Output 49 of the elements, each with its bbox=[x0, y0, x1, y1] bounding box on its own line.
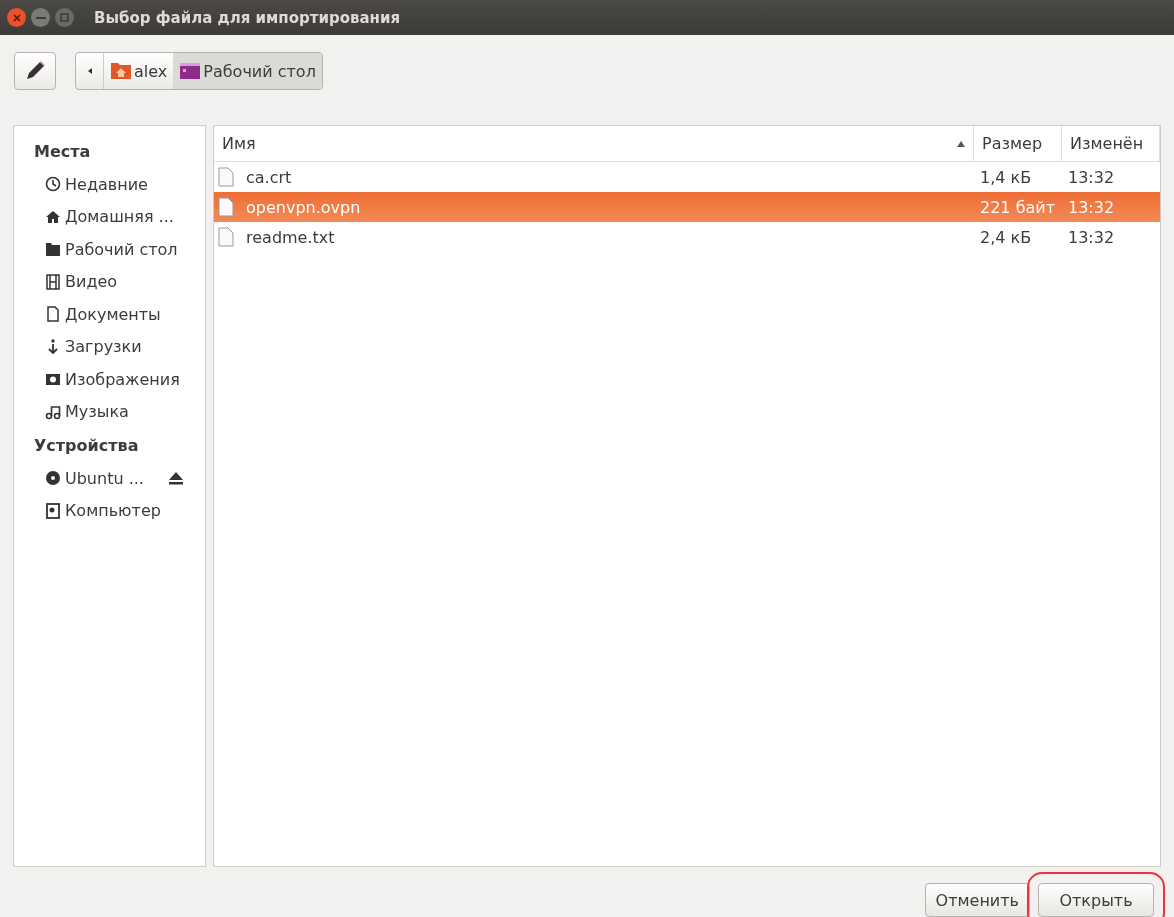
file-name: openvpn.ovpn bbox=[245, 197, 361, 217]
sidebar-item[interactable]: Видео bbox=[34, 265, 205, 298]
file-modified: 13:32 bbox=[1067, 167, 1116, 187]
sidebar-item[interactable]: Загрузки bbox=[34, 330, 205, 363]
file-size: 1,4 кБ bbox=[979, 167, 1033, 187]
file-icon bbox=[218, 197, 234, 217]
close-icon bbox=[12, 13, 21, 22]
maximize-icon bbox=[60, 13, 69, 22]
sidebar-item[interactable]: Рабочий стол bbox=[34, 233, 205, 266]
sidebar-item[interactable]: Недавние bbox=[34, 168, 205, 201]
dialog-button[interactable]: Отменить bbox=[924, 883, 1030, 917]
sidebar-item[interactable]: Компьютер bbox=[34, 494, 205, 527]
film-icon bbox=[45, 273, 61, 290]
edit-location-button[interactable] bbox=[14, 52, 56, 90]
music-notes-icon bbox=[45, 403, 61, 420]
file-size: 221 байт bbox=[979, 197, 1056, 217]
sidebar-item[interactable]: Домашняя ... bbox=[34, 200, 205, 233]
file-name: ca.crt bbox=[245, 167, 292, 187]
download-icon bbox=[45, 338, 61, 355]
file-size: 2,4 кБ bbox=[979, 227, 1033, 247]
clock-icon bbox=[45, 176, 61, 193]
sidebar-heading: Места bbox=[34, 140, 92, 163]
file-icon bbox=[218, 227, 234, 247]
file-name: readme.txt bbox=[245, 227, 335, 247]
camera-icon bbox=[45, 371, 61, 388]
file-icon bbox=[218, 167, 234, 187]
sort-ascending-icon bbox=[957, 140, 965, 147]
sidebar-heading: Устройства bbox=[34, 434, 140, 457]
path-button[interactable]: alex bbox=[104, 53, 174, 89]
sidebar-item[interactable]: Музыка bbox=[34, 395, 205, 428]
path-button[interactable]: Рабочий стол bbox=[173, 53, 322, 89]
file-modified: 13:32 bbox=[1067, 197, 1116, 217]
file-modified: 13:32 bbox=[1067, 227, 1116, 247]
folder-icon bbox=[45, 241, 61, 258]
document-icon bbox=[45, 306, 61, 323]
window-title: Выбор файла для импортирования bbox=[94, 8, 401, 27]
sidebar-item[interactable]: Изображения bbox=[34, 363, 205, 396]
home-folder-icon bbox=[110, 62, 132, 80]
minimize-icon bbox=[35, 16, 46, 19]
sidebar-item[interactable]: Документы bbox=[34, 298, 205, 331]
eject-icon[interactable] bbox=[167, 471, 184, 486]
sidebar-item[interactable]: Ubuntu ... bbox=[34, 462, 205, 495]
minimize-button[interactable] bbox=[31, 8, 50, 27]
desktop-folder-icon bbox=[179, 62, 202, 80]
home-icon bbox=[45, 208, 61, 225]
close-button[interactable] bbox=[7, 8, 26, 27]
disc-icon bbox=[45, 470, 61, 487]
computer-icon bbox=[45, 502, 61, 519]
left-arrow-icon bbox=[87, 68, 92, 74]
